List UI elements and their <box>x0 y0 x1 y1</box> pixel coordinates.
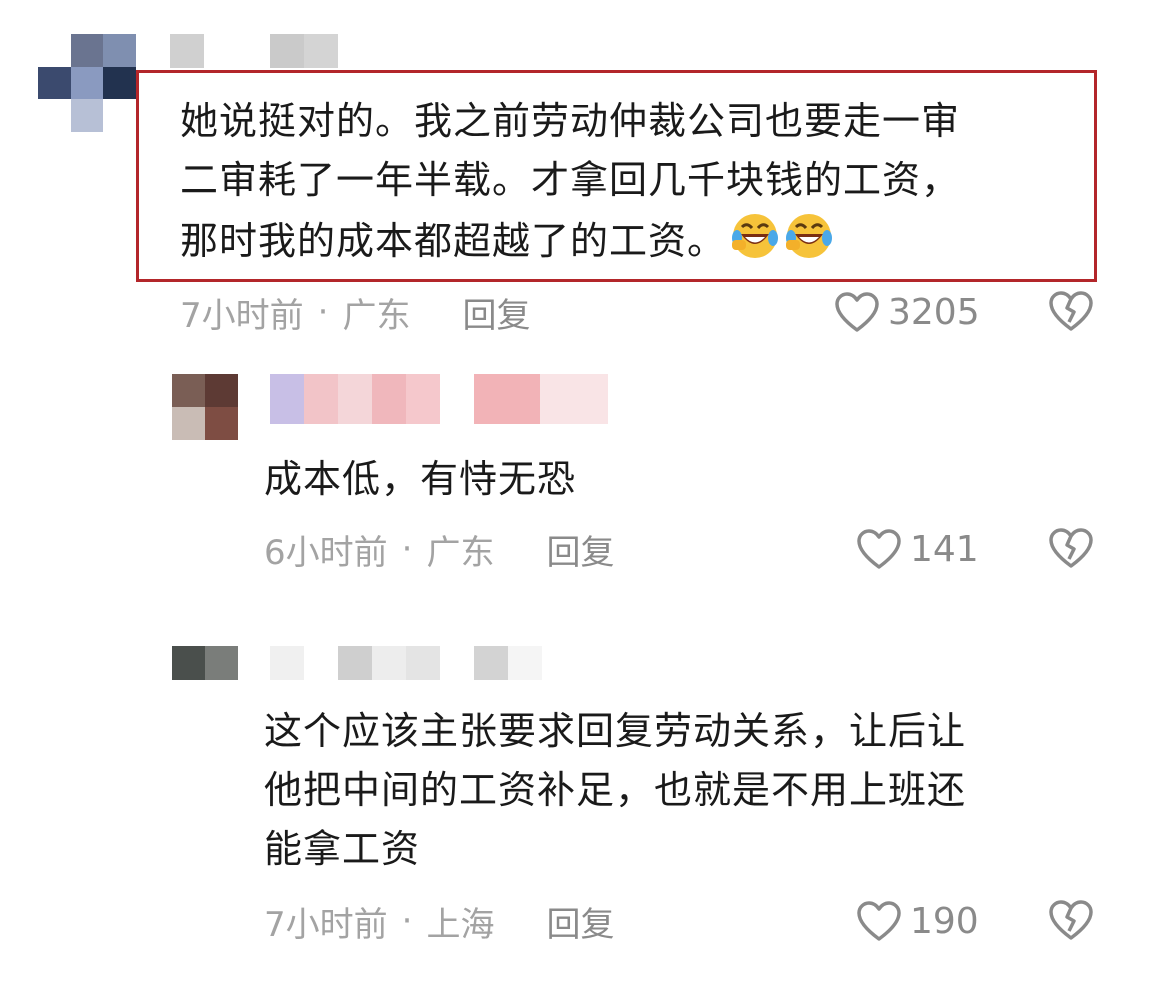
reply-button[interactable]: 回复 <box>546 525 614 574</box>
avatar[interactable] <box>172 374 238 440</box>
comment-text: 这个应该主张要求回复劳动关系，让后让 他把中间的工资补足，也就是不用上班还 能拿… <box>264 709 967 871</box>
heart-outline-icon <box>857 901 901 941</box>
dislike-button[interactable] <box>1048 527 1094 573</box>
heart-outline-icon <box>835 292 879 332</box>
like-button[interactable]: 3205 <box>834 290 980 334</box>
heart-outline-icon <box>857 529 901 569</box>
location: 广东 <box>426 532 495 573</box>
broken-heart-outline-icon <box>1049 528 1093 568</box>
dislike-button[interactable] <box>1048 290 1094 336</box>
like-count: 141 <box>910 528 979 570</box>
like-button[interactable]: 141 <box>856 527 979 571</box>
rofl-emoji <box>784 210 834 260</box>
like-count: 190 <box>910 900 979 942</box>
separator-dot: · <box>317 292 329 332</box>
like-count: 3205 <box>888 291 980 333</box>
separator-dot: · <box>401 529 413 569</box>
comment-text: 成本低，有恃无恐 <box>264 457 577 501</box>
username-blurred[interactable] <box>170 34 338 68</box>
timestamp: 7小时前 <box>264 904 388 945</box>
comment-meta: 7小时前 · 上海 回复 <box>264 897 614 946</box>
rofl-emoji <box>730 210 780 260</box>
location: 上海 <box>426 904 495 945</box>
dislike-button[interactable] <box>1048 899 1094 945</box>
location: 广东 <box>342 295 411 336</box>
comment-meta: 6小时前 · 广东 回复 <box>264 525 614 574</box>
timestamp: 7小时前 <box>180 295 304 336</box>
timestamp: 6小时前 <box>264 532 388 573</box>
avatar[interactable] <box>172 646 238 680</box>
username-blurred[interactable] <box>270 646 542 680</box>
separator-dot: · <box>401 901 413 941</box>
username-blurred[interactable] <box>270 374 608 424</box>
reply-button[interactable]: 回复 <box>462 288 530 337</box>
reply-button[interactable]: 回复 <box>546 897 614 946</box>
comment-meta: 7小时前 · 广东 回复 <box>180 288 530 337</box>
comment-text: 她说挺对的。我之前劳动仲裁公司也要走一审 二审耗了一年半载。才拿回几千块钱的工资… <box>180 99 961 263</box>
broken-heart-outline-icon <box>1049 900 1093 940</box>
broken-heart-outline-icon <box>1049 291 1093 331</box>
like-button[interactable]: 190 <box>856 899 979 943</box>
